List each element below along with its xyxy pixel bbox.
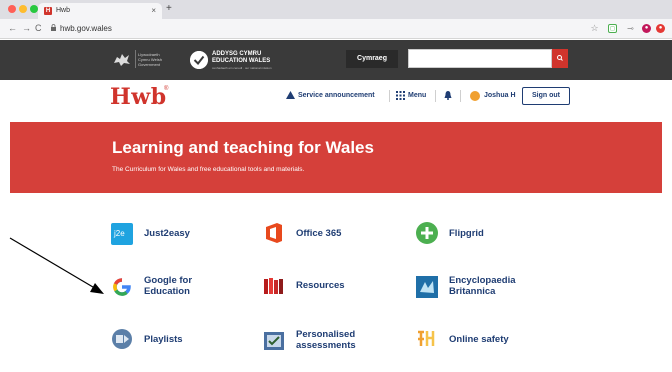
hwb-logo[interactable]: Hwb [110,84,167,110]
hero-banner: Learning and teaching for Wales The Curr… [10,122,662,193]
tile-personalised-assessments[interactable]: Personalised assessments [263,327,393,361]
tile-label-line1: Google for [144,275,193,286]
hero-subtitle: The Curriculum for Wales and free educat… [112,166,305,173]
tile-just2easy[interactable]: j2e Just2easy [111,221,241,255]
tile-label: Resources [296,280,345,291]
welsh-government-text: Llywodraeth Cymru Welsh Government [138,52,162,67]
flipgrid-icon [416,222,438,244]
screenshot: H Hwb × + ← → C hwb.gov.wales ☆ ◻ ⊸ ● ● … [0,0,672,372]
user-name-link[interactable]: Joshua H [484,92,516,99]
close-window-button[interactable] [8,5,16,13]
welsh-dragon-logo-icon[interactable] [112,49,132,69]
language-toggle-button[interactable]: Cymraeg [346,50,398,68]
service-announcement-link[interactable]: Service announcement [298,92,375,99]
ewales-tagline: cenhadaeth ein cenedl · our national mis… [212,66,272,70]
google-icon [113,278,131,296]
gov-header-bar: Llywodraeth Cymru Welsh Government ADDYS… [0,40,672,80]
tile-label: Playlists [144,334,183,345]
warning-icon [286,91,295,99]
search-input[interactable] [408,49,552,68]
ewales-line2: EDUCATION WALES [212,58,271,64]
online-safety-icon [418,330,435,346]
office365-icon [266,223,282,243]
ewales-line1: ADDYSG CYMRU [212,51,262,57]
tile-label-line2: Education [144,286,190,297]
resources-icon [264,278,283,294]
tile-label-line2: assessments [296,340,356,351]
divider [389,90,390,102]
tile-label-line1: Encyclopaedia [449,275,516,286]
browser-tab-bar: H Hwb × + [0,0,672,19]
bell-icon[interactable] [444,91,452,100]
address-bar-row: ← → C hwb.gov.wales ☆ ◻ ⊸ ● ● [0,19,672,39]
tile-label-line1: Personalised [296,329,356,340]
tile-label: Personalised assessments [296,329,356,351]
new-tab-button[interactable]: + [166,3,172,14]
tile-resources[interactable]: Resources [263,273,393,307]
tile-label: Just2easy [144,228,190,239]
tab-close-icon[interactable]: × [151,6,156,15]
tile-label: Encyclopaedia Britannica [449,275,516,297]
playlists-icon [112,329,132,349]
tile-playlists[interactable]: Playlists [111,327,241,361]
tab-title: Hwb [56,7,71,14]
tile-label: Google for Education [144,275,192,297]
tile-encyclopaedia-britannica[interactable]: Encyclopaedia Britannica [416,273,546,307]
hero-title: Learning and teaching for Wales [112,138,374,157]
star-icon[interactable]: ☆ [590,24,599,33]
red-extension-icon[interactable]: ● [656,24,665,33]
user-avatar-icon[interactable] [470,91,480,101]
browser-tab[interactable]: H Hwb × [38,3,162,19]
tile-label-line2: Britannica [449,286,496,297]
sign-out-button[interactable]: Sign out [522,87,570,105]
lock-icon [51,24,56,31]
divider [435,90,436,102]
menu-button[interactable]: Menu [408,92,426,99]
assessments-icon [264,332,284,350]
reload-button[interactable]: C [35,23,42,33]
just2easy-icon: j2e [111,223,133,245]
menu-grid-icon [396,91,405,100]
divider [460,90,461,102]
tile-label: Flipgrid [449,228,484,239]
back-button[interactable]: ← [8,23,17,33]
forward-button[interactable]: → [22,23,31,33]
search-icon [557,55,563,61]
tile-flipgrid[interactable]: Flipgrid [416,221,546,255]
green-extension-icon[interactable]: ◻ [608,24,617,33]
key-icon[interactable]: ⊸ [626,24,635,33]
divider [135,50,136,68]
tile-google-for-education[interactable]: Google for Education [111,273,241,307]
search-button[interactable] [552,49,568,68]
tile-office-365[interactable]: Office 365 [263,221,393,255]
maximize-window-button[interactable] [30,5,38,13]
education-wales-logo[interactable]: ADDYSG CYMRU EDUCATION WALES [212,51,270,65]
tile-label: Online safety [449,334,509,345]
registered-mark: ® [164,86,169,92]
hwb-favicon-icon: H [44,7,52,15]
url-field[interactable]: hwb.gov.wales [60,24,112,33]
tile-label: Office 365 [296,228,342,239]
minimize-window-button[interactable] [19,5,27,13]
britannica-icon [416,276,438,298]
profile-icon[interactable]: ● [642,24,651,33]
tile-online-safety[interactable]: Online safety [416,327,546,361]
education-wales-check-icon [190,51,208,69]
